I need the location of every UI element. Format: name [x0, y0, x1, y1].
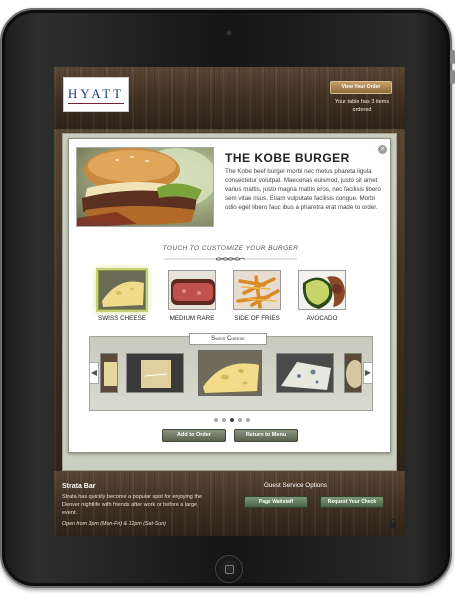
carousel-item[interactable]	[344, 353, 362, 393]
page-waitstaff-button[interactable]: Page Waitstaff	[244, 496, 308, 508]
request-check-button[interactable]: Request Your Check	[320, 496, 384, 508]
option-label: AVOCADO	[306, 315, 338, 322]
page-dot[interactable]	[238, 418, 242, 422]
option-side-of-fries[interactable]: SIDE OF FRIES	[233, 270, 281, 323]
return-to-menu-button[interactable]: Return to Menu	[234, 429, 298, 442]
item-title: THE KOBE BURGER	[225, 151, 350, 165]
avocado-thumbnail	[298, 270, 346, 310]
home-button[interactable]	[215, 555, 243, 583]
option-label: SIDE OF FRIES	[234, 315, 280, 322]
page-dot-active[interactable]	[230, 418, 234, 422]
volume-down-button	[450, 70, 455, 84]
divider-ornament	[164, 257, 297, 261]
carousel-next-arrow-icon[interactable]: ▶	[363, 362, 373, 384]
view-order-button[interactable]: View Your Order	[330, 81, 392, 94]
carousel-item[interactable]	[126, 353, 184, 393]
logo-text: HYATT	[67, 86, 125, 104]
medium-rare-thumbnail	[168, 270, 216, 310]
lock-icon[interactable]	[389, 519, 397, 529]
page-dot[interactable]	[214, 418, 218, 422]
swiss-cheese-thumbnail	[98, 270, 146, 310]
carousel-prev-arrow-icon[interactable]: ◀	[89, 362, 99, 384]
header-bar: HYATT View Your Order Your table has 3 i…	[54, 67, 405, 129]
ipad-frame: HYATT View Your Order Your table has 3 i…	[0, 8, 455, 588]
option-avocado[interactable]: AVOCADO	[298, 270, 346, 323]
carousel-item-selected[interactable]	[198, 350, 262, 396]
customize-prompt: TOUCH TO CUSTOMIZE YOUR BURGER	[162, 245, 299, 252]
carousel-pagination	[214, 418, 254, 424]
guest-services-title: Guest Service Options	[264, 482, 327, 489]
order-status-text: Your table has 3 items ordered	[334, 99, 390, 113]
venue-hours: Open from 3pm (Mon-Fri) & 12pm (Sat-Sun)	[62, 521, 166, 527]
carousel-title: Swiss Cheese	[189, 333, 267, 345]
fries-thumbnail	[233, 270, 281, 310]
hyatt-logo: HYATT	[63, 77, 129, 112]
carousel-item[interactable]	[276, 353, 334, 393]
home-square-icon	[225, 565, 234, 574]
add-to-order-button[interactable]: Add to Order	[162, 429, 226, 442]
option-label: MEDIUM RARE	[169, 315, 215, 322]
option-label: SWISS CHEESE	[98, 315, 146, 322]
option-medium-rare[interactable]: MEDIUM RARE	[168, 270, 216, 323]
carousel-item[interactable]	[100, 353, 118, 393]
customization-options: SWISS CHEESE MEDIUM RARE SIDE OF FRIES A…	[98, 270, 368, 334]
burger-photo	[76, 147, 214, 227]
volume-up-button	[450, 50, 455, 64]
close-icon[interactable]: ×	[378, 145, 387, 154]
ingredient-carousel: Swiss Cheese ◀ ▶	[89, 333, 373, 411]
footer-bar: Strata Bar Strata has quickly become a p…	[54, 471, 405, 536]
option-swiss-cheese[interactable]: SWISS CHEESE	[98, 270, 146, 323]
item-detail-modal: × THE KOBE BURGER The Kobe beef burger m…	[68, 138, 391, 453]
app-screen: HYATT View Your Order Your table has 3 i…	[54, 67, 405, 536]
page-dot[interactable]	[222, 418, 226, 422]
front-camera	[226, 30, 232, 36]
venue-name: Strata Bar	[62, 483, 96, 490]
item-description: The Kobe beef burger morbi nec metus pha…	[225, 168, 381, 211]
page-dot[interactable]	[246, 418, 250, 422]
venue-description: Strata has quickly become a popular spot…	[62, 494, 203, 516]
